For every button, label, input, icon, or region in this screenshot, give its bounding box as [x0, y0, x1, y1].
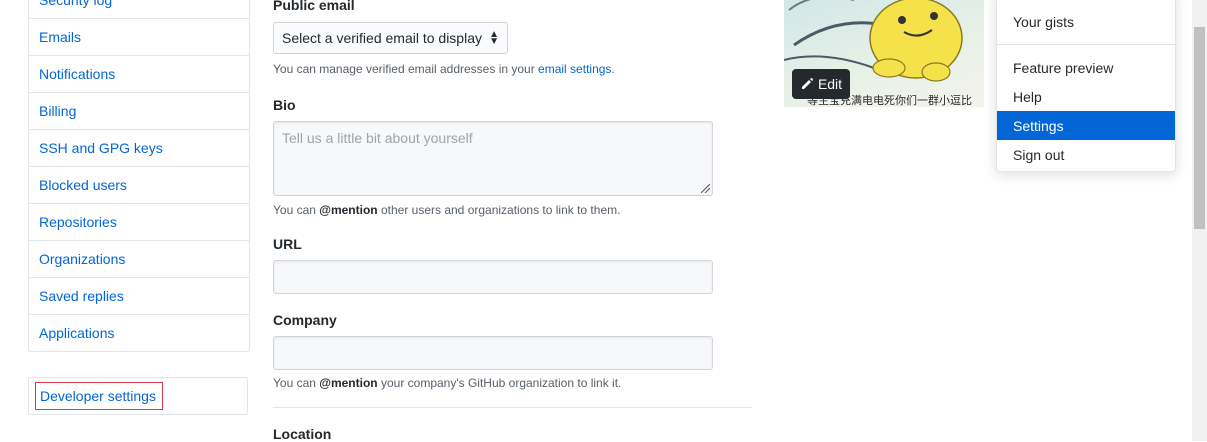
edit-avatar-label: Edit — [817, 76, 843, 92]
sidebar-item-emails[interactable]: Emails — [29, 18, 249, 55]
settings-sidebar: Security log Emails Notifications Billin… — [28, 0, 250, 352]
user-dropdown-menu: Your gists Feature preview Help Settings… — [996, 0, 1176, 172]
bio-note-text: You can — [273, 203, 320, 217]
dropdown-item-help[interactable]: Help — [997, 82, 1175, 111]
dropdown-item-your-gists[interactable]: Your gists — [997, 7, 1175, 36]
public-email-note-end: . — [611, 62, 615, 76]
section-divider — [273, 407, 752, 408]
sidebar-item-saved-replies[interactable]: Saved replies — [29, 277, 249, 314]
email-settings-link[interactable]: email settings — [538, 62, 611, 76]
bio-label: Bio — [273, 97, 296, 113]
sidebar-item-organizations[interactable]: Organizations — [29, 240, 249, 277]
select-caret-icon: ▲ ▼ — [489, 29, 499, 47]
url-input[interactable] — [273, 260, 713, 294]
developer-settings-panel: Developer settings — [28, 377, 248, 415]
pencil-icon — [801, 78, 813, 89]
resize-handle-icon[interactable] — [701, 184, 710, 193]
bio-note: You can @mention other users and organiz… — [273, 203, 620, 217]
scrollbar-thumb[interactable] — [1194, 27, 1205, 229]
dropdown-divider — [997, 44, 1175, 45]
dropdown-item-sign-out[interactable]: Sign out — [997, 140, 1175, 169]
sidebar-item-ssh-gpg-keys[interactable]: SSH and GPG keys — [29, 129, 249, 166]
sidebar-item-blocked-users[interactable]: Blocked users — [29, 166, 249, 203]
dropdown-item-feature-preview[interactable]: Feature preview — [997, 53, 1175, 82]
company-label: Company — [273, 312, 337, 328]
company-input[interactable] — [273, 336, 713, 370]
company-note-text: You can — [273, 376, 320, 390]
location-label: Location — [273, 426, 332, 442]
sidebar-item-repositories[interactable]: Repositories — [29, 203, 249, 240]
sidebar-item-security-log[interactable]: Security log — [29, 0, 249, 18]
public-email-note: You can manage verified email addresses … — [273, 62, 615, 76]
sidebar-item-billing[interactable]: Billing — [29, 92, 249, 129]
company-note: You can @mention your company's GitHub o… — [273, 376, 621, 390]
bio-note-mention: @mention — [319, 203, 378, 217]
public-email-label: Public email — [273, 0, 355, 13]
sidebar-item-notifications[interactable]: Notifications — [29, 55, 249, 92]
edit-avatar-button[interactable]: Edit — [792, 69, 850, 99]
bio-placeholder: Tell us a little bit about yourself — [282, 130, 473, 146]
public-email-select[interactable]: Select a verified email to display ▲ ▼ — [273, 22, 508, 54]
sidebar-item-applications[interactable]: Applications — [29, 314, 249, 351]
bio-note-end: other users and organizations to link to… — [377, 203, 621, 217]
bio-textarea[interactable]: Tell us a little bit about yourself — [273, 121, 713, 196]
developer-settings-link[interactable]: Developer settings — [35, 382, 163, 410]
company-note-end: your company's GitHub organization to li… — [377, 376, 622, 390]
company-note-mention: @mention — [319, 376, 378, 390]
dropdown-item-settings[interactable]: Settings — [997, 111, 1175, 140]
public-email-selected-value: Select a verified email to display — [282, 30, 482, 46]
public-email-note-text: You can manage verified email addresses … — [273, 62, 539, 76]
url-label: URL — [273, 236, 302, 252]
